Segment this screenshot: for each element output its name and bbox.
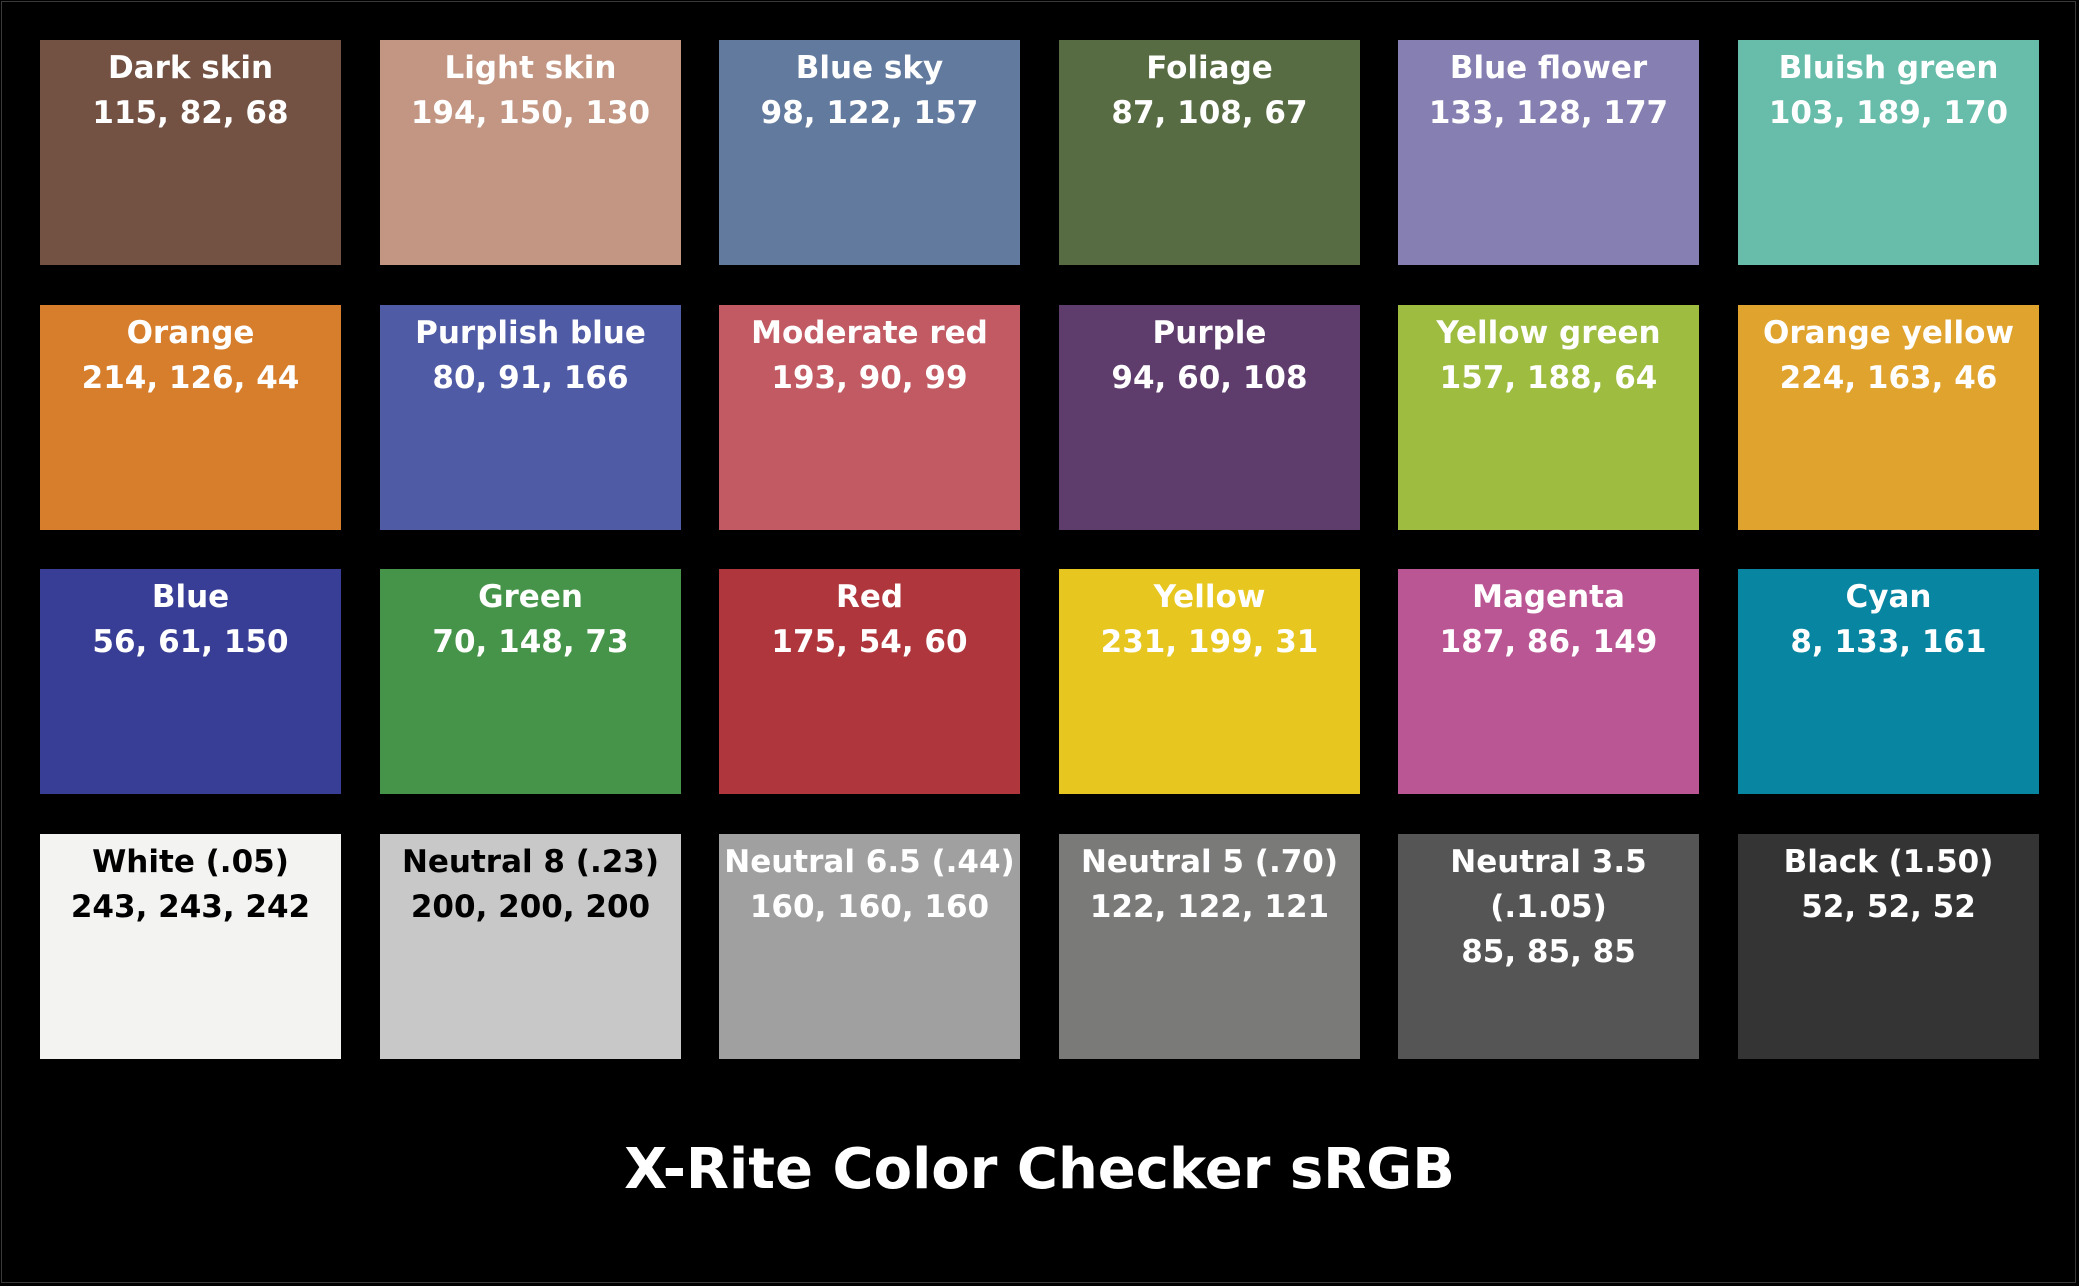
patch-name: Dark skin: [107, 50, 274, 86]
color-patch: Yellow 231, 199, 31: [1059, 569, 1360, 794]
color-patch: Purple 94, 60, 108: [1059, 305, 1360, 530]
patch-rgb-values: 194, 150, 130: [410, 95, 651, 131]
color-patch: Black (1.50) 52, 52, 52: [1738, 834, 2039, 1059]
patch-rgb-values: 214, 126, 44: [81, 360, 300, 396]
color-patch: Purplish blue 80, 91, 166: [380, 305, 681, 530]
patch-rgb-values: 115, 82, 68: [92, 95, 289, 131]
patch-name: Neutral 6.5 (.44): [724, 844, 1015, 880]
color-patch: Blue flower 133, 128, 177: [1398, 40, 1699, 265]
patch-rgb-values: 175, 54, 60: [771, 624, 968, 660]
patch-name: Yellow: [1153, 579, 1266, 615]
patch-rgb-values: 231, 199, 31: [1100, 624, 1319, 660]
patch-name: Moderate red: [751, 315, 988, 351]
color-patch: Foliage 87, 108, 67: [1059, 40, 1360, 265]
patch-rgb-values: 243, 243, 242: [70, 889, 311, 925]
color-patch: Blue sky 98, 122, 157: [719, 40, 1020, 265]
color-patch: Neutral 6.5 (.44) 160, 160, 160: [719, 834, 1020, 1059]
color-patch: Magenta 187, 86, 149: [1398, 569, 1699, 794]
color-patch: Yellow green 157, 188, 64: [1398, 305, 1699, 530]
patch-rgb-values: 94, 60, 108: [1111, 360, 1308, 396]
patch-name: Light skin: [444, 50, 617, 86]
color-patch: Neutral 5 (.70) 122, 122, 121: [1059, 834, 1360, 1059]
patch-name: Neutral 5 (.70): [1080, 844, 1339, 880]
patch-rgb-values: 56, 61, 150: [92, 624, 289, 660]
patch-name: Bluish green: [1778, 50, 1999, 86]
patch-rgb-values: 103, 189, 170: [1768, 95, 2009, 131]
patch-name: Magenta: [1472, 579, 1625, 615]
patch-rgb-values: 122, 122, 121: [1089, 889, 1330, 925]
chart-title: X-Rite Color Checker sRGB: [624, 1137, 1455, 1202]
patch-name: Neutral 8 (.23): [401, 844, 660, 880]
patch-rgb-values: 133, 128, 177: [1428, 95, 1669, 131]
patch-name: Purplish blue: [415, 315, 646, 351]
patch-name: Blue sky: [795, 50, 944, 86]
patch-name: Neutral 3.5: [1450, 844, 1647, 880]
patch-rgb-values: 98, 122, 157: [760, 95, 979, 131]
color-patch: Moderate red 193, 90, 99: [719, 305, 1020, 530]
color-patch: Blue 56, 61, 150: [40, 569, 341, 794]
patch-name: White (.05): [92, 844, 289, 880]
color-patch: Dark skin 115, 82, 68: [40, 40, 341, 265]
color-patch: Bluish green 103, 189, 170: [1738, 40, 2039, 265]
patch-rgb-values: 8, 133, 161: [1790, 624, 1987, 660]
color-checker-grid: Dark skin 115, 82, 68 Light skin 194, 150, …: [0, 0, 2079, 1100]
color-patch: White (.05) 243, 243, 242: [40, 834, 341, 1059]
patch-name: Foliage: [1146, 50, 1273, 86]
patch-name: Blue: [151, 579, 230, 615]
patch-rgb-values: 52, 52, 52: [1801, 889, 1976, 925]
color-patch: Red 175, 54, 60: [719, 569, 1020, 794]
color-patch: Light skin 194, 150, 130: [380, 40, 681, 265]
patch-name-line2: (.1.05): [1490, 889, 1607, 925]
color-patch: Green 70, 148, 73: [380, 569, 681, 794]
patch-rgb-values: 224, 163, 46: [1779, 360, 1998, 396]
color-patch: Neutral 8 (.23) 200, 200, 200: [380, 834, 681, 1059]
patch-name: Purple: [1152, 315, 1267, 351]
patch-name: Red: [835, 579, 904, 615]
patch-name: Green: [478, 579, 583, 615]
patch-rgb-values: 157, 188, 64: [1439, 360, 1658, 396]
patch-name: Black (1.50): [1783, 844, 1994, 880]
patch-rgb-values: 80, 91, 166: [432, 360, 629, 396]
patch-rgb-values: 87, 108, 67: [1111, 95, 1308, 131]
color-patch: Neutral 3.5 (.1.05) 85, 85, 85: [1398, 834, 1699, 1059]
patch-rgb-values: 85, 85, 85: [1461, 934, 1636, 970]
color-patch: Orange yellow 224, 163, 46: [1738, 305, 2039, 530]
patch-name: Orange yellow: [1762, 315, 2015, 351]
patch-name: Yellow green: [1436, 315, 1661, 351]
patch-name: Cyan: [1845, 579, 1932, 615]
patch-name: Orange: [126, 315, 255, 351]
patch-rgb-values: 193, 90, 99: [771, 360, 968, 396]
patch-rgb-values: 200, 200, 200: [410, 889, 651, 925]
patch-rgb-values: 187, 86, 149: [1439, 624, 1658, 660]
color-patch: Cyan 8, 133, 161: [1738, 569, 2039, 794]
patch-rgb-values: 70, 148, 73: [432, 624, 629, 660]
patch-rgb-values: 160, 160, 160: [749, 889, 990, 925]
patch-name: Blue flower: [1449, 50, 1648, 86]
color-patch: Orange 214, 126, 44: [40, 305, 341, 530]
